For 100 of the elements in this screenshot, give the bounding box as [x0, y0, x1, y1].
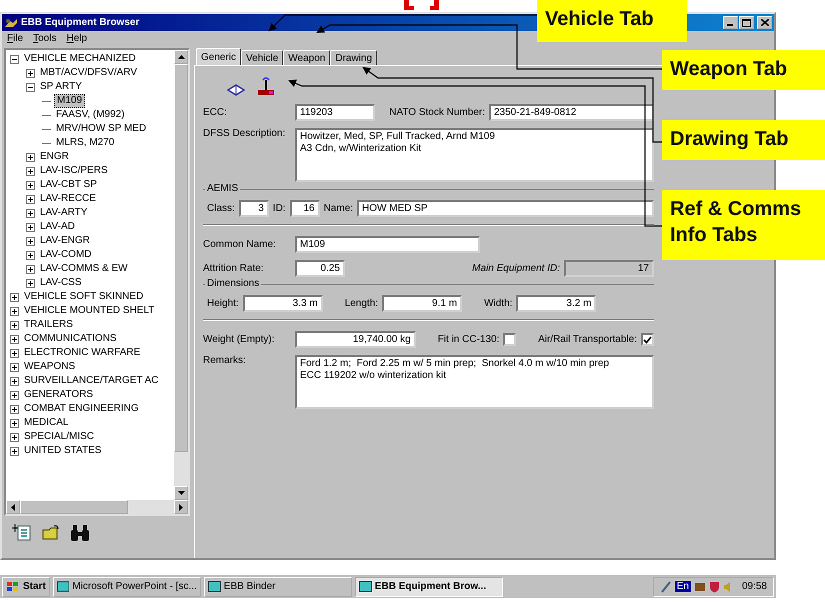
tree-item[interactable]: FAASV, (M992) — [54, 109, 127, 121]
taskbar-button[interactable]: Microsoft PowerPoint - [sc... — [52, 576, 201, 596]
folder-icon[interactable] — [42, 525, 60, 541]
expander-icon[interactable] — [10, 348, 19, 358]
expander-icon[interactable] — [10, 54, 19, 64]
taskbar-button[interactable]: EBB Equipment Brow... — [354, 576, 503, 596]
field-label: Height: — [207, 298, 239, 309]
expander-icon[interactable] — [26, 264, 35, 274]
weight-field[interactable]: 19,740.00 kg — [295, 331, 416, 348]
expander-icon[interactable] — [10, 306, 19, 316]
tab[interactable]: Weapon — [283, 50, 330, 65]
tab[interactable]: Generic — [196, 48, 242, 65]
tray-icon[interactable] — [694, 580, 706, 592]
tree-item[interactable]: MRV/HOW SP MED — [54, 123, 148, 135]
horizontal-scrollbar[interactable] — [6, 500, 188, 514]
tab[interactable]: Vehicle — [241, 50, 284, 65]
taskbar-button[interactable]: EBB Binder — [204, 576, 352, 596]
tree-item[interactable]: WEAPONS — [22, 361, 78, 373]
remarks-field[interactable]: Ford 1.2 m; Ford 2.25 m w/ 5 min prep; Snorkel 4.0 m w/10 min prep ECC 119202 w/o winterization kit — [295, 355, 654, 409]
expander-icon[interactable] — [26, 166, 35, 176]
field-label: Width: — [484, 298, 512, 309]
tree-item[interactable]: LAV-ENGR — [38, 235, 92, 247]
expander-icon[interactable] — [10, 362, 19, 372]
expander-icon[interactable] — [10, 446, 19, 456]
tree-item[interactable]: LAV-ISC/PERS — [38, 165, 110, 177]
field-label: Common Name: — [203, 239, 277, 250]
attrition-rate-field[interactable]: 0.25 — [295, 260, 345, 277]
expander-icon[interactable] — [10, 334, 19, 344]
tree-item[interactable]: LAV-COMMS & EW — [38, 263, 130, 275]
expander-icon[interactable] — [26, 222, 35, 232]
tree-item[interactable]: M109 — [54, 94, 86, 108]
minimize-button[interactable] — [723, 16, 738, 29]
expander-icon[interactable] — [26, 194, 35, 204]
checkbox[interactable] — [641, 333, 654, 346]
close-button[interactable] — [757, 16, 772, 29]
antenna-icon[interactable] — [257, 76, 275, 96]
menu-item[interactable]: File — [7, 33, 24, 44]
tree-item[interactable]: COMBAT ENGINEERING — [22, 403, 141, 415]
menu-item[interactable]: Help — [66, 33, 88, 44]
maximize-button[interactable] — [739, 16, 754, 29]
tree-item[interactable]: LAV-CBT SP — [38, 179, 99, 191]
expander-icon[interactable] — [10, 320, 19, 330]
vertical-scrollbar[interactable] — [174, 50, 188, 500]
tree-item[interactable]: LAV-COMD — [38, 249, 94, 261]
tree-item[interactable]: SURVEILLANCE/TARGET AC — [22, 375, 160, 387]
expander-icon[interactable] — [26, 278, 35, 288]
stock-number-field[interactable]: 2350-21-849-0812 — [489, 104, 654, 121]
field-label: ECC: — [203, 107, 228, 118]
expander-icon[interactable] — [10, 292, 19, 302]
caret-right-icon — [179, 504, 183, 510]
tree-item[interactable]: ELECTRONIC WARFARE — [22, 347, 142, 359]
tree-view-icon[interactable] — [12, 524, 32, 542]
menu-item[interactable]: Tools — [33, 33, 56, 44]
tree-item[interactable]: LAV-CSS — [38, 277, 84, 289]
tree-item[interactable]: TRAILERS — [22, 319, 75, 331]
expander-icon[interactable] — [26, 68, 35, 78]
expander-icon[interactable] — [10, 418, 19, 428]
tree-item[interactable]: ENGR — [38, 151, 71, 163]
expander-icon[interactable] — [26, 208, 35, 218]
expander-icon[interactable] — [26, 236, 35, 246]
tree-item[interactable]: SPECIAL/MISC — [22, 431, 96, 443]
tree-item[interactable]: MEDICAL — [22, 417, 70, 429]
expander-icon[interactable] — [10, 390, 19, 400]
description-field[interactable]: Howitzer, Med, SP, Full Tracked, Arnd M109 A3 Cdn, w/Winterization Kit — [295, 128, 654, 182]
expander-icon[interactable] — [26, 180, 35, 190]
class-field[interactable]: 3 — [238, 200, 269, 217]
tray-icon[interactable] — [660, 580, 672, 592]
tree-item[interactable]: COMMUNICATIONS — [22, 333, 119, 345]
id-field[interactable]: 16 — [290, 200, 320, 217]
tree-item[interactable]: SP ARTY — [38, 81, 84, 93]
start-button[interactable]: Start — [2, 576, 50, 596]
expander-icon[interactable] — [26, 82, 35, 92]
tree-item[interactable]: LAV-ARTY — [38, 207, 90, 219]
expander-icon[interactable] — [10, 404, 19, 414]
expander-icon[interactable] — [10, 376, 19, 386]
tree-item[interactable]: LAV-AD — [38, 221, 77, 233]
binoculars-icon[interactable] — [70, 524, 90, 542]
tree-item[interactable]: UNITED STATES — [22, 445, 104, 457]
expander-icon[interactable] — [10, 432, 19, 442]
shield-icon[interactable] — [708, 580, 720, 592]
ecc-field[interactable]: 119203 — [295, 104, 375, 121]
field-label: NATO Stock Number: — [389, 107, 485, 118]
tab[interactable]: Drawing — [330, 50, 378, 65]
tree-item[interactable]: VEHICLE MECHANIZED — [22, 53, 138, 65]
expander-icon[interactable] — [26, 250, 35, 260]
expander-icon[interactable] — [26, 152, 35, 162]
window-icon — [208, 581, 221, 592]
length-field[interactable]: 9.1 m — [382, 295, 462, 312]
tree-item[interactable]: LAV-RECCE — [38, 193, 98, 205]
checkbox[interactable] — [503, 333, 516, 346]
language-indicator[interactable]: En — [674, 581, 691, 592]
tree-item[interactable]: MBT/ACV/DFSV/ARV — [38, 67, 140, 79]
tree-item[interactable]: VEHICLE MOUNTED SHELT — [22, 305, 156, 317]
width-field[interactable]: 3.2 m — [516, 295, 596, 312]
height-field[interactable]: 3.3 m — [242, 295, 323, 312]
common-name-field[interactable]: M109 — [295, 236, 480, 253]
tree-item[interactable]: VEHICLE SOFT SKINNED — [22, 291, 146, 303]
name-field[interactable]: HOW MED SP — [357, 200, 654, 217]
tree-item[interactable]: GENERATORS — [22, 389, 96, 401]
tree-item[interactable]: MLRS, M270 — [54, 137, 116, 149]
